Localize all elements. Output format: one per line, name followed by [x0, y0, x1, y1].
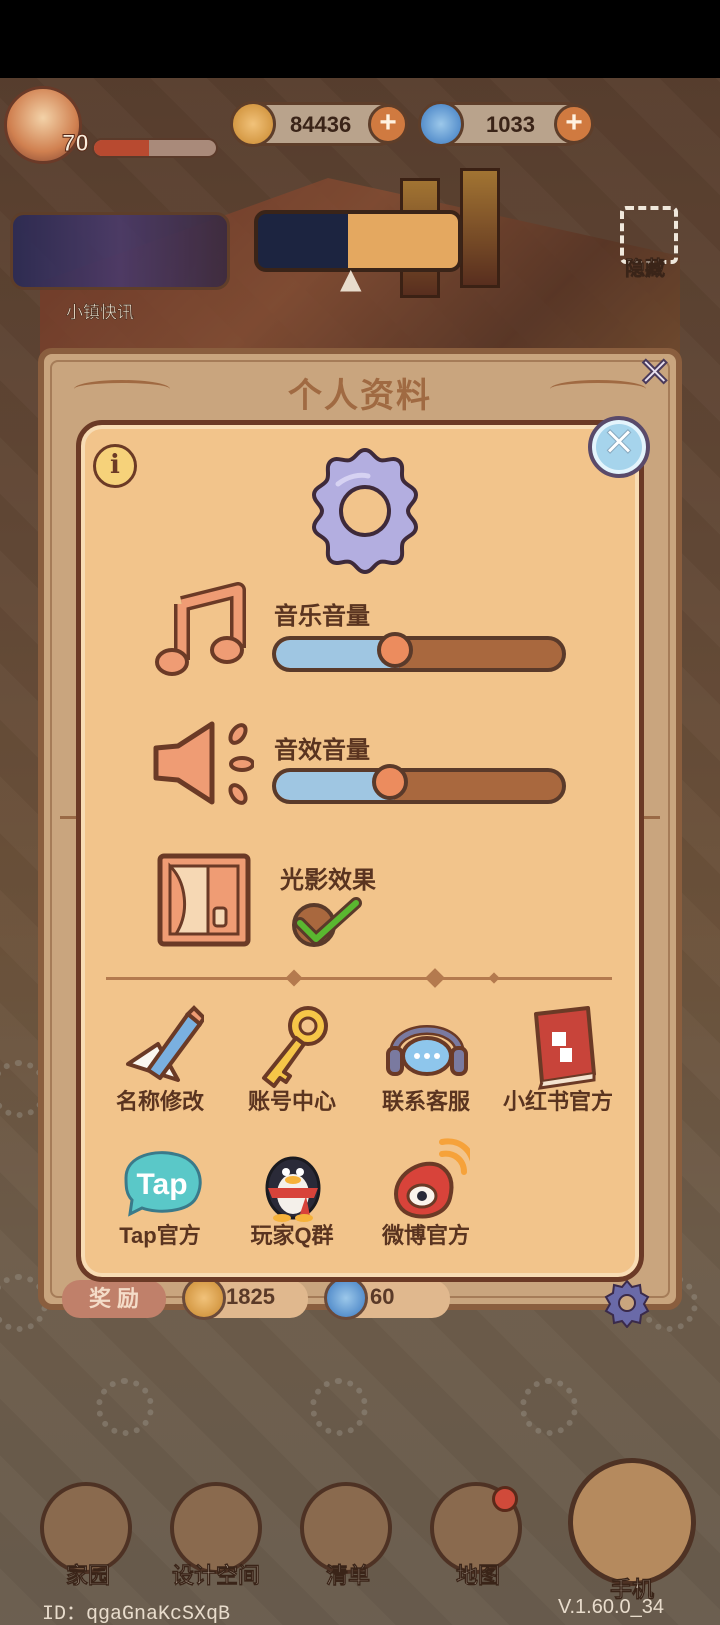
music-volume-track: [272, 636, 566, 672]
settings-gear-icon: [311, 447, 419, 575]
reward-gems-value: 60: [370, 1284, 395, 1309]
nav-list-label[interactable]: 清单: [278, 1558, 418, 1590]
version-label: V.1.60.0_34: [558, 1596, 665, 1618]
lighting-effect-checkbox[interactable]: [290, 895, 364, 949]
weibo-official-label: 微博官方: [381, 1223, 470, 1248]
weibo-official-button[interactable]: 微博官方: [362, 1138, 490, 1258]
sfx-volume-knob[interactable]: [372, 764, 408, 800]
qq-group-label: 玩家Q群: [250, 1223, 334, 1248]
music-volume-knob[interactable]: [377, 632, 413, 668]
rename-button[interactable]: 名称修改: [96, 1004, 224, 1124]
tap-logo-text: Tap: [136, 1168, 187, 1201]
coin-value: 84436: [290, 112, 352, 137]
weibo-icon: [393, 1138, 470, 1219]
nav-home-label[interactable]: 家园: [18, 1558, 158, 1590]
add-gems-button[interactable]: +: [554, 104, 594, 144]
headset-icon: [386, 1025, 468, 1076]
profile-close-icon[interactable]: ✕: [637, 349, 672, 397]
nav-design-label[interactable]: 设计空间: [146, 1558, 286, 1590]
sfx-volume-track: [272, 768, 566, 804]
close-icon: ✕: [602, 420, 637, 467]
speaker-icon: [153, 721, 254, 805]
add-coins-button[interactable]: +: [368, 104, 408, 144]
news-banner[interactable]: [10, 212, 230, 290]
info-icon[interactable]: i: [93, 444, 137, 488]
player-level: 70: [62, 130, 90, 158]
ornament-right: [550, 380, 646, 398]
sfx-volume-label: 音效音量: [274, 737, 370, 764]
xp-progress-fill: [94, 140, 149, 156]
map-notification-dot: [492, 1486, 518, 1512]
music-note-icon: [155, 582, 246, 676]
hide-ui-label[interactable]: 隐藏: [625, 252, 666, 281]
news-label: 小镇快讯: [66, 303, 135, 323]
customer-service-label: 联系客服: [381, 1089, 470, 1114]
rename-label: 名称修改: [115, 1089, 204, 1114]
settings-gear-icon[interactable]: [602, 1278, 652, 1328]
xiaohongshu-button[interactable]: 小红书官方: [494, 1004, 622, 1124]
gem-icon: [418, 101, 464, 147]
xiaohongshu-label: 小红书官方: [502, 1089, 613, 1114]
player-id: ID：qgaGnaKcSXqB: [42, 1603, 231, 1625]
expand-arrow-icon[interactable]: ▲: [340, 262, 362, 295]
lighting-effect-label: 光影效果: [280, 867, 376, 894]
reward-coin-icon: [182, 1276, 226, 1320]
xp-progress-bar: [92, 138, 218, 158]
qq-penguin-icon: [265, 1156, 321, 1222]
curtain-window-icon: [157, 853, 251, 947]
tap-logo-icon: Tap: [124, 1151, 202, 1217]
red-book-icon: [534, 1006, 596, 1090]
coin-icon: [230, 101, 276, 147]
pencil-icon: [126, 1005, 204, 1082]
reward-gem-icon: [324, 1276, 368, 1320]
status-bar: [0, 0, 720, 78]
ornament-left: [74, 380, 170, 398]
account-center-label: 账号中心: [247, 1089, 336, 1114]
key-icon: [262, 1006, 328, 1088]
account-center-button[interactable]: 账号中心: [228, 1004, 356, 1124]
music-volume-label: 音乐音量: [274, 603, 370, 630]
section-divider: [106, 977, 612, 980]
gem-value: 1033: [486, 112, 535, 137]
sfx-volume-slider[interactable]: [272, 764, 566, 804]
game-screen: 70 84436 + 1033 + 小镇快讯 ▲ 隐藏 个人资料 ✕ 奖 励 1…: [0, 0, 720, 1625]
close-settings-button[interactable]: ✕: [588, 416, 650, 478]
music-volume-slider[interactable]: [272, 632, 566, 672]
reward-label: 奖 励: [62, 1280, 166, 1318]
nav-map-label[interactable]: 地图: [408, 1558, 548, 1590]
qq-group-button[interactable]: 玩家Q群: [228, 1138, 356, 1258]
customer-service-button[interactable]: 联系客服: [362, 1004, 490, 1124]
tap-official-label: Tap官方: [119, 1223, 201, 1248]
tap-official-button[interactable]: Tap Tap官方: [96, 1138, 224, 1258]
phone-button[interactable]: [568, 1458, 696, 1586]
reward-coins-value: 1825: [226, 1284, 275, 1309]
